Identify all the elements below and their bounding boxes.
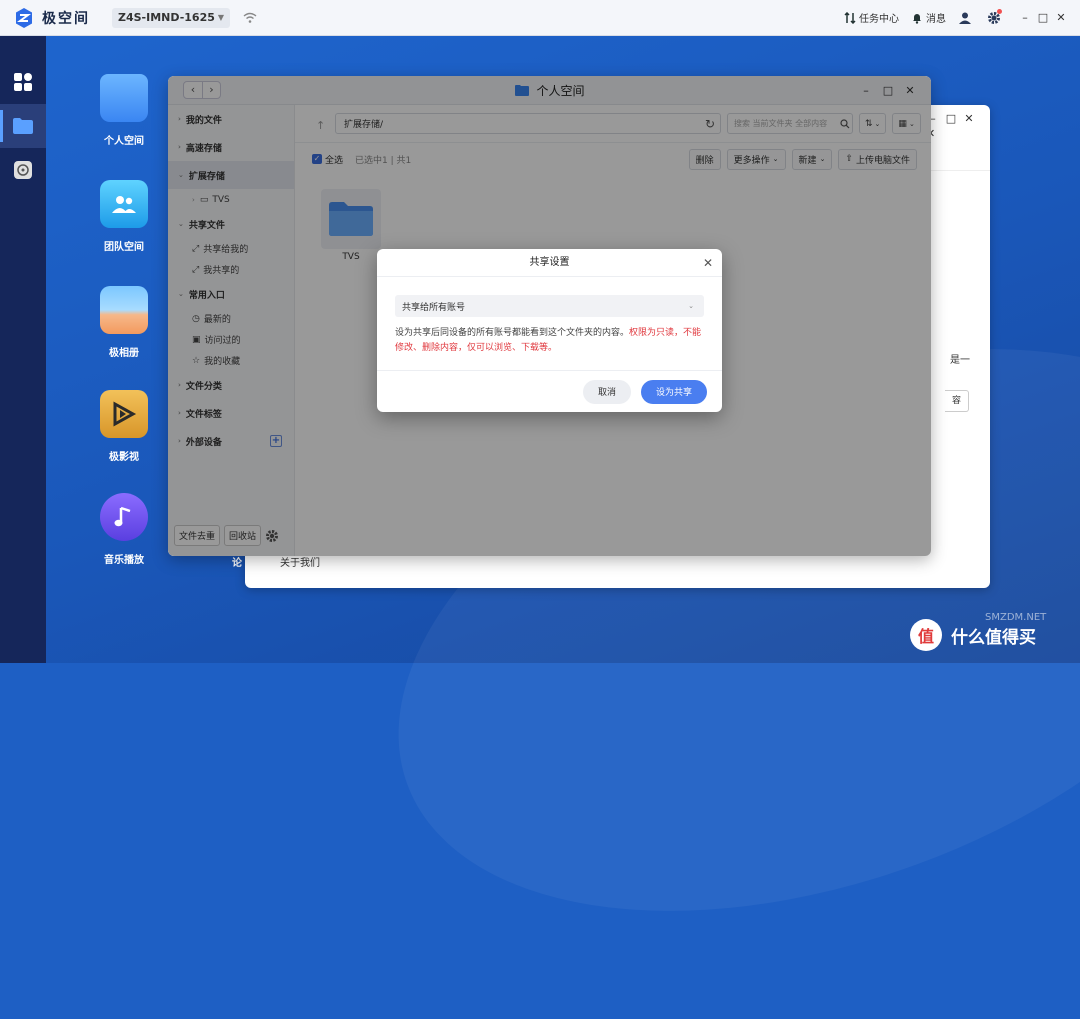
folder-icon — [13, 118, 33, 134]
messages-label: 消息 — [926, 14, 946, 25]
folder-icon — [100, 74, 148, 122]
desktop-icon-team-space[interactable]: 团队空间 — [79, 180, 169, 253]
video-icon — [100, 390, 148, 438]
cancel-button[interactable]: 取消 — [582, 379, 631, 404]
watermark: 值 什么值得买 — [910, 619, 1036, 651]
device-selector[interactable]: Z4S-IMND-1625 ▼ — [112, 7, 231, 28]
background-button-label: 容 — [951, 396, 961, 406]
disk-icon — [14, 161, 32, 179]
wifi-icon — [243, 12, 257, 23]
share-note-text: 设为共享后同设备的所有账号都能看到这个文件夹的内容。 — [395, 328, 630, 338]
chevron-down-icon: ⌄ — [688, 302, 694, 310]
background-window-about: 关于我们 — [280, 558, 320, 569]
desktop-icon-label: 团队空间 — [104, 242, 144, 253]
settings-button[interactable] — [987, 8, 1004, 25]
dock-files[interactable] — [0, 104, 46, 148]
device-name: Z4S-IMND-1625 — [118, 11, 215, 24]
close-button[interactable]: ✕ — [960, 112, 978, 125]
chevron-down-icon: ▼ — [217, 13, 225, 22]
app-name: 极空间 — [42, 10, 90, 27]
logo-icon — [14, 7, 34, 29]
apps-grid-icon — [14, 73, 32, 91]
background-window-controls: – □ ✕ — [924, 112, 978, 125]
minimize-button[interactable]: – — [1016, 11, 1034, 24]
background-button-fragment[interactable]: 容 — [945, 390, 969, 412]
watermark-logo-icon: 值 — [910, 619, 942, 651]
task-center-label: 任务中心 — [859, 14, 899, 25]
desktop-icon-label: 个人空间 — [104, 136, 144, 147]
photos-icon — [100, 286, 148, 334]
background-text-fragment: 是一 — [950, 355, 970, 366]
share-settings-dialog: 共享设置 ✕ 共享给所有账号 ⌄ 设为共享后同设备的所有账号都能看到这个文件夹的… — [377, 249, 722, 412]
cancel-label: 取消 — [597, 388, 616, 398]
share-scope-value: 共享给所有账号 — [402, 302, 466, 313]
desktop-icon-label: 极影视 — [109, 452, 139, 463]
desktop-icon-personal-space[interactable]: 个人空间 — [79, 74, 169, 147]
desktop-icon-photos[interactable]: 极相册 — [79, 286, 169, 359]
team-folder-icon — [100, 180, 148, 228]
dock-disk[interactable] — [0, 148, 46, 192]
desktop-icon-video[interactable]: 极影视 — [79, 390, 169, 463]
desktop-icon-label: 极相册 — [109, 348, 139, 359]
maximize-button[interactable]: □ — [1034, 11, 1052, 24]
task-center-button[interactable]: 任务中心 — [844, 10, 899, 25]
user-button[interactable] — [958, 11, 975, 25]
music-icon — [100, 493, 148, 541]
watermark-text: 什么值得买 — [951, 627, 1036, 648]
bell-icon — [913, 13, 921, 24]
messages-button[interactable]: 消息 — [911, 10, 946, 25]
dialog-title-text: 共享设置 — [529, 257, 570, 268]
desktop-icon-label: 音乐播放 — [104, 555, 144, 566]
desktop-partial-label: 论 — [232, 558, 242, 569]
dock-apps[interactable] — [0, 60, 46, 104]
left-dock — [0, 36, 46, 663]
maximize-button[interactable]: □ — [942, 112, 960, 125]
dialog-footer: 取消 设为共享 — [377, 370, 722, 412]
share-scope-select[interactable]: 共享给所有账号 ⌄ — [395, 295, 704, 317]
confirm-label: 设为共享 — [655, 388, 692, 398]
notification-dot — [997, 8, 1002, 14]
top-bar: 极空间 Z4S-IMND-1625 ▼ 任务中心 消息 – □ ✕ — [0, 0, 1080, 36]
close-icon[interactable]: ✕ — [703, 249, 713, 277]
close-button[interactable]: ✕ — [1052, 11, 1070, 24]
share-note: 设为共享后同设备的所有账号都能看到这个文件夹的内容。权限为只读，不能修改、删除内… — [395, 326, 704, 356]
confirm-share-button[interactable]: 设为共享 — [640, 379, 707, 404]
app-logo: 极空间 — [14, 7, 104, 29]
watermark-sub: SMZDM.NET — [985, 612, 1047, 623]
task-center-icon — [844, 11, 856, 24]
user-icon — [959, 12, 971, 24]
desktop-icon-music[interactable]: 音乐播放 — [79, 493, 169, 566]
dialog-title: 共享设置 ✕ — [377, 249, 722, 277]
